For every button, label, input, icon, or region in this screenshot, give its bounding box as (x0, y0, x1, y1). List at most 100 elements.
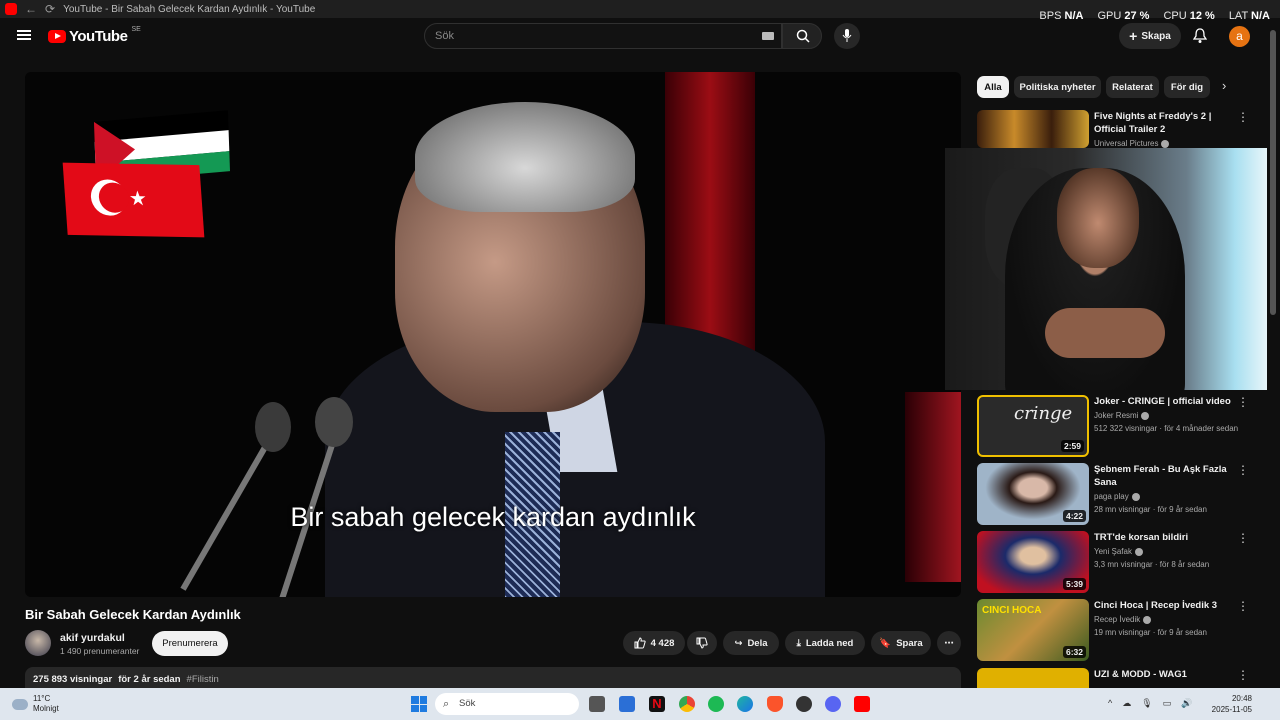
streamer-arm (1045, 308, 1165, 358)
video-subtitle: Bir sabah gelecek kardan aydınlık (290, 502, 696, 532)
more-vertical-icon[interactable]: ⋮ (1237, 395, 1249, 409)
scrollbar[interactable] (1270, 30, 1276, 315)
star-icon: ★ (128, 187, 148, 211)
search-button[interactable] (782, 23, 822, 49)
thumbs-up-icon (634, 637, 646, 649)
brave-icon[interactable] (767, 696, 783, 712)
taskbar: 11°C Molnigt ⌕ Sök N ^ ☁ 🎙 ▭ 🔊 20:48 2025… (0, 688, 1280, 720)
discord-icon[interactable] (825, 696, 841, 712)
podium-microphone (315, 397, 353, 447)
tab-title: YouTube - Bir Sabah Gelecek Kardan Aydın… (63, 3, 316, 15)
verified-icon (1143, 615, 1152, 624)
subscriber-count: 1 490 prenumeranter (60, 646, 140, 656)
share-button[interactable]: ↪ Dela (723, 631, 779, 655)
more-vertical-icon[interactable]: ⋮ (1237, 110, 1249, 124)
spotify-icon[interactable] (708, 696, 724, 712)
video-player[interactable]: ★ Bir sabah gelecek kardan aydınlık (25, 72, 961, 597)
more-vertical-icon[interactable]: ⋮ (1237, 599, 1249, 613)
hashtag-link[interactable]: #Filistin (187, 674, 219, 685)
voice-search-button[interactable] (834, 23, 860, 49)
chevron-right-icon[interactable]: › (1222, 78, 1226, 93)
recommendation-item[interactable]: cringe 2:59 Joker - CRINGE | official vi… (977, 395, 1267, 459)
netflix-icon[interactable]: N (649, 696, 665, 712)
search-input[interactable]: Sök (424, 23, 782, 49)
youtube-app-icon[interactable] (854, 696, 870, 712)
chip-political-news[interactable]: Politiska nyheter (1014, 76, 1101, 98)
more-vertical-icon[interactable]: ⋮ (1237, 463, 1249, 477)
channel-avatar[interactable] (25, 630, 51, 656)
windows-start-icon[interactable] (411, 696, 427, 712)
taskbar-search[interactable]: ⌕ Sök (435, 693, 579, 715)
video-thumbnail[interactable]: 4:22 (977, 463, 1089, 525)
create-button[interactable]: + Skapa (1119, 23, 1181, 49)
display-tray-icon[interactable]: ▭ (1163, 698, 1172, 709)
volume-icon[interactable]: 🔊 (1181, 698, 1192, 709)
task-view-icon[interactable] (589, 696, 605, 712)
verified-icon (1161, 139, 1170, 148)
recommendation-item[interactable]: 5:39 TRT'de korsan bildiri Yeni Şafak 3,… (977, 531, 1267, 595)
edge-icon[interactable] (737, 696, 753, 712)
verified-icon (1141, 411, 1150, 420)
video-thumbnail[interactable]: cringe 2:59 (977, 395, 1089, 457)
chip-all[interactable]: Alla (977, 76, 1009, 98)
search-icon: ⌕ (443, 698, 450, 710)
verified-icon (1134, 547, 1143, 556)
microsoft-store-icon[interactable] (619, 696, 635, 712)
streamer-head (1057, 168, 1139, 268)
subscribe-button[interactable]: Prenumerera (152, 631, 228, 656)
speaker-hair (415, 102, 635, 212)
reload-icon[interactable]: ⟳ (45, 2, 55, 16)
more-vertical-icon[interactable]: ⋮ (1237, 531, 1249, 545)
recommendation-item[interactable]: Five Nights at Freddy's 2 | Official Tra… (977, 110, 1267, 150)
notifications-bell-icon[interactable] (1192, 28, 1209, 44)
chevron-up-icon[interactable]: ^ (1108, 698, 1112, 709)
video-title: Bir Sabah Gelecek Kardan Aydınlık (25, 607, 241, 622)
recommendation-item[interactable]: 4:22 Şebnem Ferah - Bu Aşk Fazla Sana pa… (977, 463, 1267, 527)
search-icon (796, 29, 810, 43)
system-tray[interactable]: ^ ☁ 🎙 ▭ 🔊 (1108, 698, 1192, 709)
chip-for-you[interactable]: För dig (1164, 76, 1210, 98)
back-icon[interactable]: ← (25, 2, 37, 16)
clock[interactable]: 20:48 2025-11-05 (1206, 693, 1252, 715)
like-button[interactable]: 4 428 (623, 631, 685, 655)
lat-stat: LAT N/A (1228, 10, 1270, 22)
background-flag-right (905, 392, 961, 582)
weather-widget[interactable]: 11°C Molnigt (12, 694, 59, 714)
video-thumbnail[interactable] (977, 110, 1089, 148)
video-thumbnail[interactable]: CINCI HOCA 6:32 (977, 599, 1089, 661)
gpu-stat: GPU 27 % (1097, 10, 1150, 22)
video-thumbnail[interactable] (977, 668, 1089, 688)
cpu-stat: CPU 12 % (1163, 10, 1215, 22)
recommendation-item[interactable]: UZI & MODD - WAG1 ⋮ (977, 668, 1267, 688)
thumbs-down-icon (696, 637, 708, 649)
more-horizontal-icon: ⋯ (944, 637, 954, 649)
account-avatar[interactable]: a (1229, 26, 1250, 47)
channel-name[interactable]: akif yurdakul (60, 632, 125, 644)
microphone-icon (842, 29, 852, 42)
description-box[interactable]: 275 893 visningar för 2 år sedan #Filist… (25, 667, 961, 688)
performance-overlay: BPS N/A GPU 27 % CPU 12 % LAT N/A (1039, 10, 1270, 22)
chip-related[interactable]: Relaterat (1106, 76, 1159, 98)
download-button[interactable]: ⤓ Ladda ned (785, 631, 865, 655)
youtube-play-icon (48, 30, 66, 43)
cloud-icon (12, 698, 28, 710)
download-icon: ⤓ (796, 637, 801, 649)
video-thumbnail[interactable]: 5:39 (977, 531, 1089, 593)
more-vertical-icon[interactable]: ⋮ (1237, 668, 1249, 682)
youtube-logo[interactable]: YouTube SE (48, 26, 141, 45)
recommendation-item[interactable]: CINCI HOCA 6:32 Cinci Hoca | Recep İvedi… (977, 599, 1267, 663)
microphone-tray-icon[interactable]: 🎙 (1141, 698, 1152, 709)
webcam-overlay (945, 148, 1267, 390)
save-button[interactable]: 🔖 Spara (871, 631, 931, 655)
share-icon: ↪ (734, 637, 743, 649)
menu-icon[interactable] (17, 30, 31, 40)
masthead: YouTube SE Sök + Skapa a (0, 18, 1280, 56)
obs-icon[interactable] (796, 696, 812, 712)
chrome-icon[interactable] (679, 696, 695, 712)
more-actions-button[interactable]: ⋯ (937, 631, 961, 655)
dislike-button[interactable] (687, 631, 717, 655)
turkey-flag: ★ (62, 162, 205, 238)
cloud-tray-icon[interactable]: ☁ (1122, 698, 1131, 709)
verified-icon (1131, 492, 1140, 501)
keyboard-icon[interactable] (762, 32, 774, 40)
